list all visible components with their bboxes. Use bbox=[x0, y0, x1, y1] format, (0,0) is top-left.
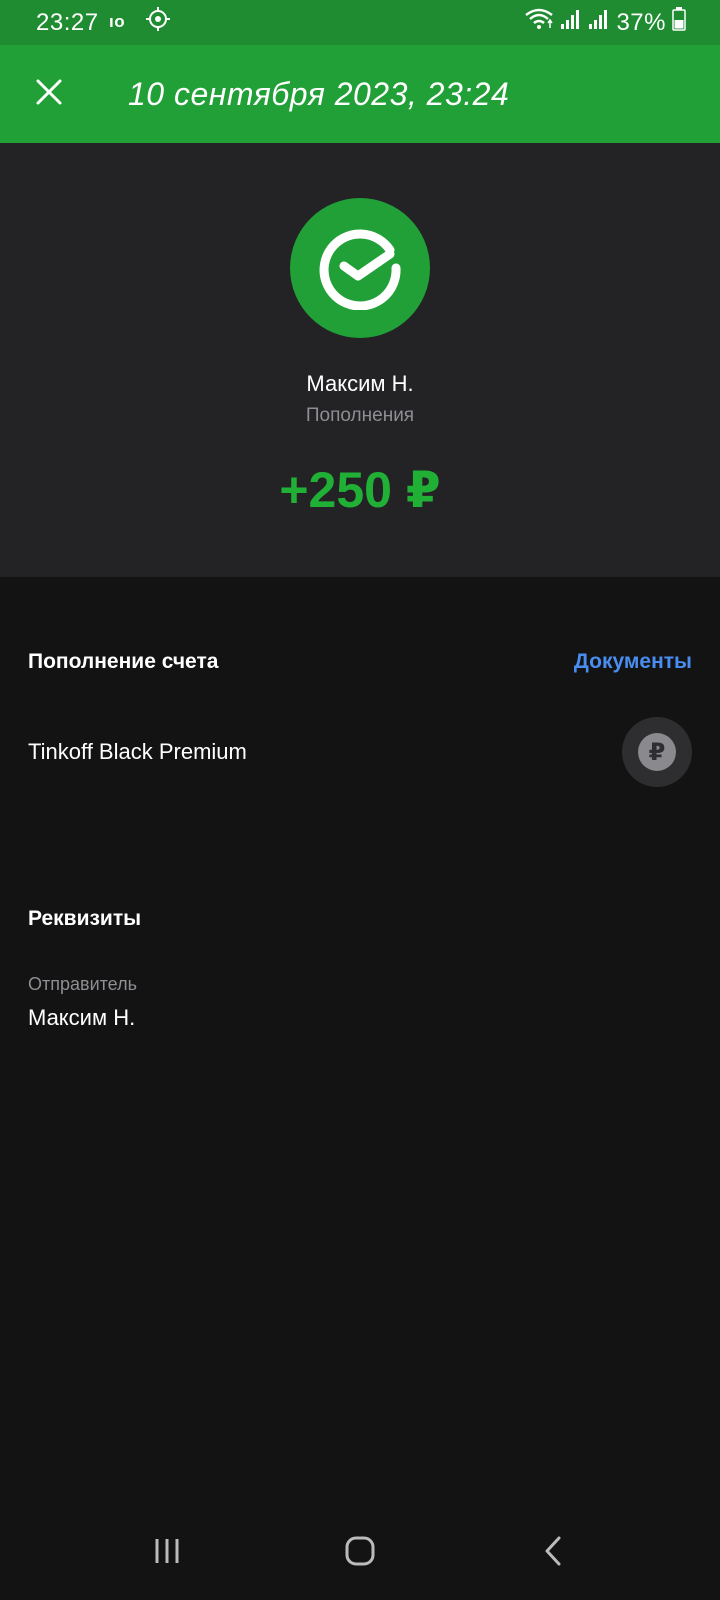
page-title: 10 сентября 2023, 23:24 bbox=[128, 75, 510, 112]
merchant-name: Максим Н. bbox=[306, 371, 414, 396]
operation-title: Пополнение счета bbox=[28, 650, 219, 673]
back-button[interactable] bbox=[513, 1523, 593, 1583]
details-title: Реквизиты bbox=[28, 907, 142, 930]
back-icon bbox=[541, 1535, 565, 1572]
sender-value: Максим Н. bbox=[28, 1005, 136, 1030]
status-time: 23:27 bbox=[36, 8, 99, 36]
carrier-icon: ıо bbox=[109, 9, 135, 37]
account-name: Tinkoff Black Premium bbox=[28, 739, 247, 764]
recent-apps-icon bbox=[153, 1537, 181, 1570]
system-nav-bar bbox=[0, 1506, 720, 1600]
wifi-icon bbox=[524, 7, 554, 38]
recent-apps-button[interactable] bbox=[127, 1523, 207, 1583]
account-row[interactable]: Tinkoff Black Premium ₽ bbox=[0, 712, 720, 792]
transaction-amount: +250 ₽ bbox=[279, 462, 441, 518]
signal-icon bbox=[588, 8, 610, 37]
currency-symbol: ₽ bbox=[638, 733, 676, 771]
documents-link[interactable]: Документы bbox=[574, 650, 692, 674]
status-bar: 23:27 ıо 37% bbox=[0, 0, 720, 45]
home-button[interactable] bbox=[320, 1523, 400, 1583]
transaction-category: Пополнения bbox=[305, 405, 415, 426]
transaction-summary: Максим Н. Пополнения +250 ₽ bbox=[0, 143, 720, 577]
ruble-coin-icon: ₽ bbox=[622, 717, 692, 787]
status-right: 37% bbox=[524, 7, 686, 38]
header: 10 сентября 2023, 23:24 bbox=[0, 45, 720, 143]
close-button[interactable] bbox=[0, 45, 98, 143]
battery-icon bbox=[672, 7, 686, 38]
svg-text:ıо: ıо bbox=[109, 12, 125, 30]
sber-logo-icon bbox=[290, 198, 430, 338]
sender-label: Отправитель bbox=[28, 974, 137, 994]
home-icon bbox=[344, 1535, 376, 1572]
settings-notification-icon bbox=[145, 6, 171, 39]
signal-icon bbox=[560, 8, 582, 37]
close-icon bbox=[35, 78, 63, 111]
battery-percent: 37% bbox=[616, 8, 666, 36]
status-left: 23:27 ıо bbox=[36, 6, 171, 39]
